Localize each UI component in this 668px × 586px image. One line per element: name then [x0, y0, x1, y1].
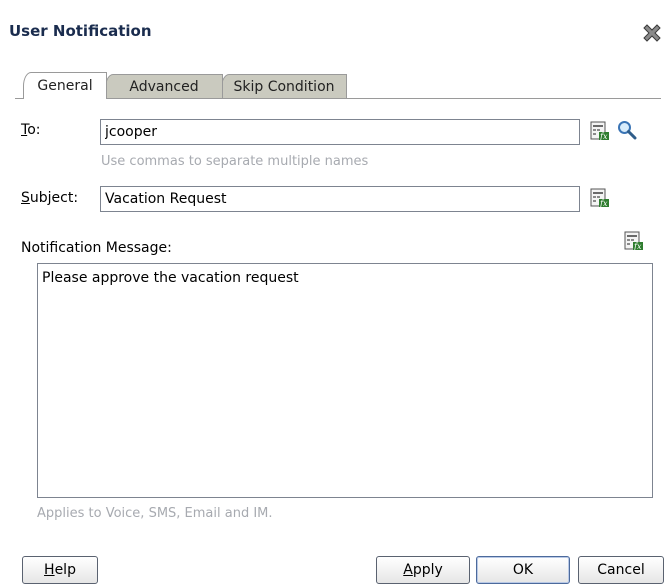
tab-skip-condition[interactable]: Skip Condition [221, 74, 347, 98]
channel-applies-note: Applies to Voice, SMS, Email and IM. [37, 506, 273, 521]
help-button[interactable]: Help [22, 556, 98, 584]
subject-field[interactable] [100, 186, 580, 212]
notification-message-label: Notification Message: [21, 240, 172, 256]
apply-button[interactable]: Apply [376, 556, 470, 584]
user-notification-dialog: User Notification Skip Condition Advance… [0, 0, 668, 586]
svg-text:fx: fx [599, 132, 608, 141]
close-icon [643, 24, 661, 42]
message-expression-builder-button[interactable]: fx [624, 231, 644, 251]
tab-general[interactable]: General [23, 72, 107, 99]
search-icon [618, 121, 637, 140]
expression-builder-icon: fx [590, 188, 609, 208]
to-label: To: [21, 122, 41, 138]
svg-text:fx: fx [633, 242, 642, 251]
to-search-button[interactable] [617, 120, 637, 140]
cancel-button[interactable]: Cancel [578, 556, 664, 584]
svg-text:fx: fx [599, 199, 608, 208]
tab-panel-border [15, 98, 661, 99]
tab-advanced[interactable]: Advanced [105, 74, 223, 98]
to-field[interactable] [100, 119, 580, 145]
to-expression-builder-button[interactable]: fx [590, 121, 610, 141]
subject-expression-builder-button[interactable]: fx [590, 188, 610, 208]
expression-builder-icon: fx [590, 121, 609, 141]
dialog-title: User Notification [9, 22, 152, 40]
expression-builder-icon: fx [624, 231, 643, 251]
notification-message-textarea[interactable]: Please approve the vacation request [37, 263, 653, 498]
ok-button[interactable]: OK [476, 556, 570, 584]
subject-label: Subject: [21, 190, 79, 206]
close-button[interactable] [640, 22, 664, 46]
to-hint-text: Use commas to separate multiple names [101, 154, 369, 169]
